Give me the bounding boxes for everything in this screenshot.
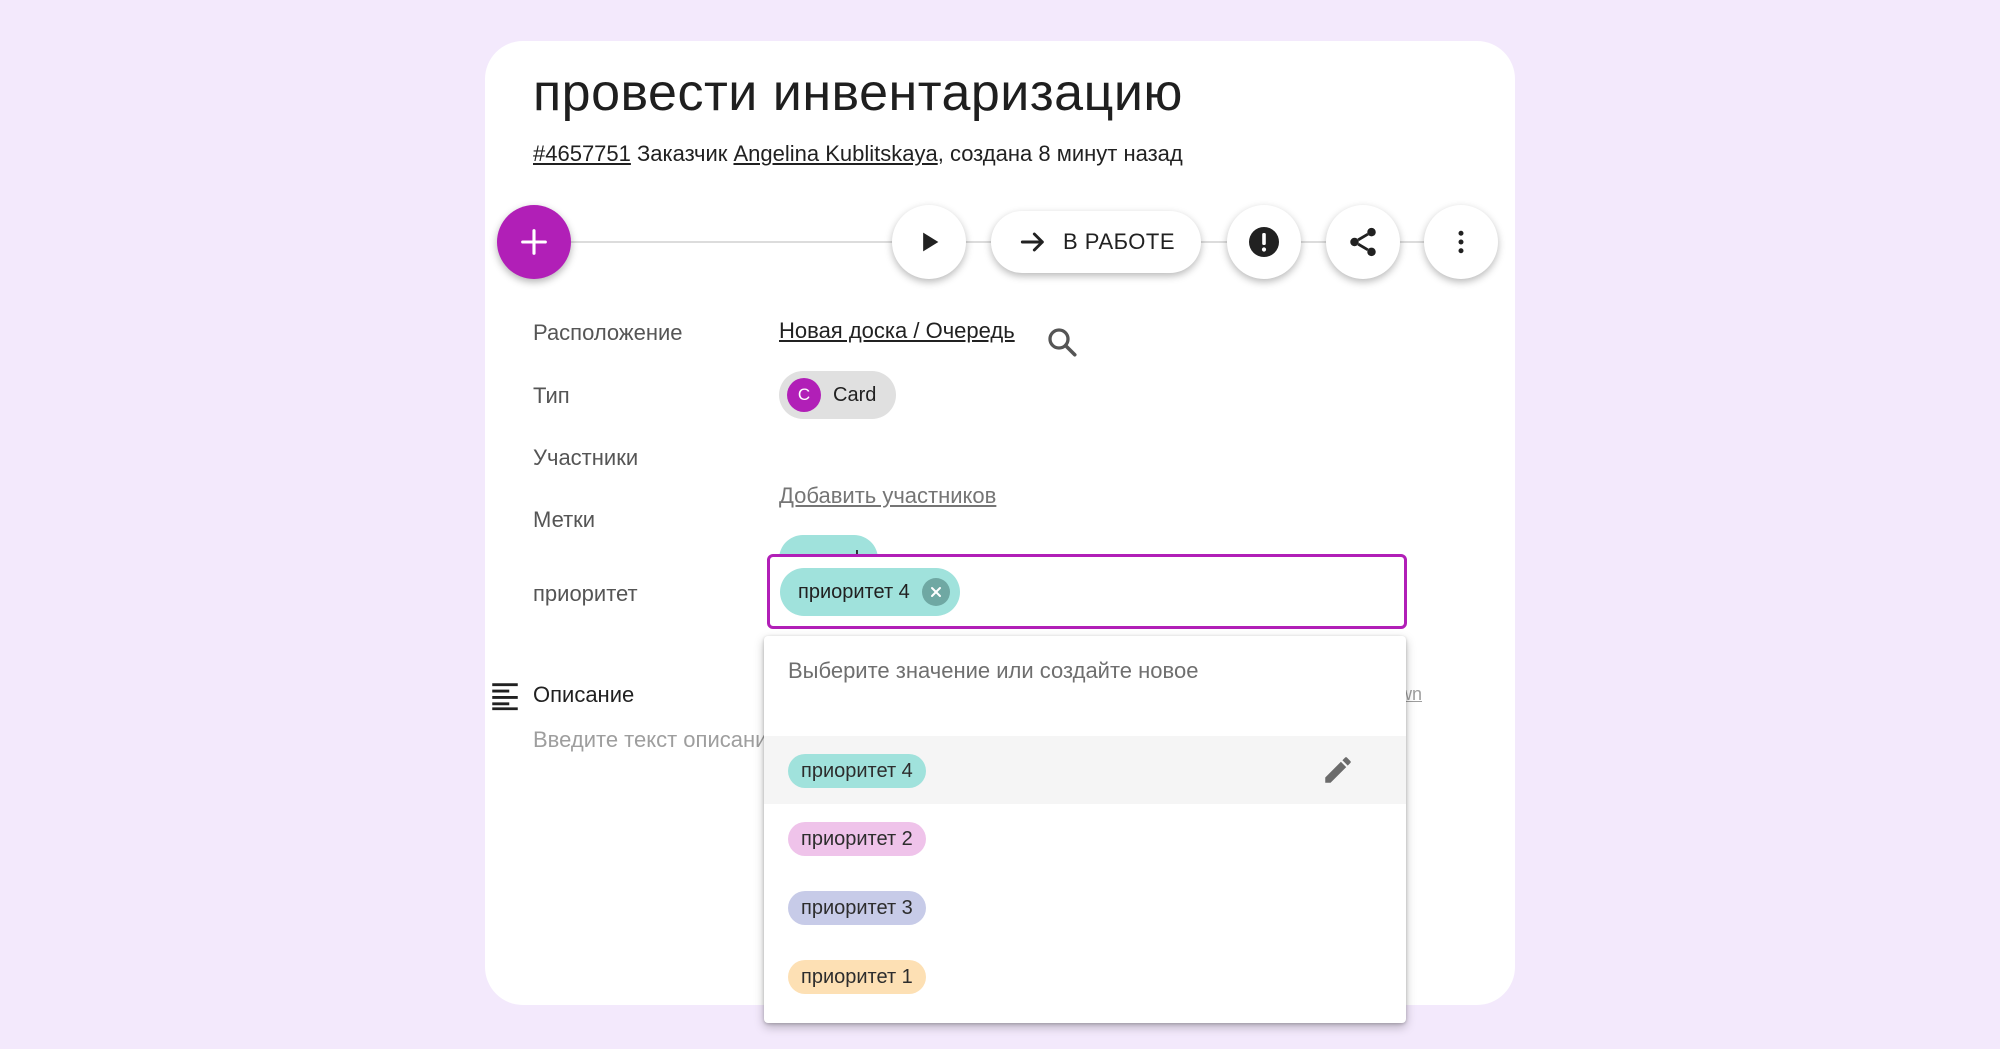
tags-label: Метки xyxy=(533,507,596,532)
search-icon[interactable] xyxy=(1044,324,1080,360)
created-text: , создана 8 минут назад xyxy=(937,141,1183,166)
chip-remove-button[interactable] xyxy=(921,578,950,606)
share-icon xyxy=(1350,227,1376,257)
customer-label: Заказчик xyxy=(630,141,734,166)
description-title: Описание xyxy=(533,682,635,707)
task-title[interactable]: провести инвентаризацию xyxy=(533,63,1183,123)
type-avatar: C xyxy=(787,378,821,412)
option-chip: приоритет 1 xyxy=(788,960,926,994)
share-button[interactable] xyxy=(1326,205,1400,279)
start-timer-button[interactable] xyxy=(892,205,966,279)
alert-icon xyxy=(1249,227,1279,257)
option-chip: приоритет 3 xyxy=(788,891,926,925)
dropdown-hint: Выберите значение или создайте новое xyxy=(788,658,1199,683)
task-meta: #4657751 Заказчик Angelina Kublitskaya, … xyxy=(533,141,1183,167)
type-chip[interactable]: C Card xyxy=(779,371,897,419)
location-link[interactable]: Новая доска / Очередь xyxy=(779,318,1015,344)
customer-link[interactable]: Angelina Kublitskaya xyxy=(733,141,937,166)
more-options-button[interactable] xyxy=(1424,205,1498,279)
more-vertical-icon xyxy=(1458,230,1464,254)
dropdown-option[interactable]: приоритет 3 xyxy=(764,873,1406,941)
arrow-right-icon xyxy=(1020,232,1044,252)
add-button[interactable] xyxy=(497,205,571,279)
add-members-link[interactable]: Добавить участников xyxy=(779,483,996,509)
type-label: Тип xyxy=(533,383,570,408)
align-left-icon xyxy=(492,683,518,711)
dropdown-option[interactable]: приоритет 4 xyxy=(764,736,1406,804)
priority-dropdown: Выберите значение или создайте новое при… xyxy=(764,636,1406,1023)
block-button[interactable] xyxy=(1227,205,1301,279)
task-id-link[interactable]: #4657751 xyxy=(533,141,631,166)
status-label: В РАБОТЕ xyxy=(1062,229,1176,254)
close-icon xyxy=(930,587,941,597)
location-label: Расположение xyxy=(533,320,683,345)
option-chip: приоритет 2 xyxy=(788,822,926,856)
priority-chip-label: приоритет 4 xyxy=(798,580,910,603)
edit-icon[interactable] xyxy=(1321,753,1355,787)
members-label: Участники xyxy=(533,445,639,470)
dropdown-option[interactable]: приоритет 1 xyxy=(764,942,1406,1010)
priority-label: приоритет xyxy=(533,581,638,606)
play-icon xyxy=(923,232,939,252)
type-value: Card xyxy=(833,383,877,406)
option-chip: приоритет 4 xyxy=(788,754,926,788)
task-card: провести инвентаризацию #4657751 Заказчи… xyxy=(485,41,1515,1023)
dropdown-option[interactable]: приоритет 2 xyxy=(764,804,1406,872)
plus-icon xyxy=(521,229,547,255)
status-button[interactable]: В РАБОТЕ xyxy=(991,211,1201,273)
priority-input[interactable]: приоритет 4 xyxy=(767,554,1407,629)
priority-chip[interactable]: приоритет 4 xyxy=(780,568,960,616)
description-placeholder[interactable]: Введите текст описания xyxy=(533,727,773,753)
